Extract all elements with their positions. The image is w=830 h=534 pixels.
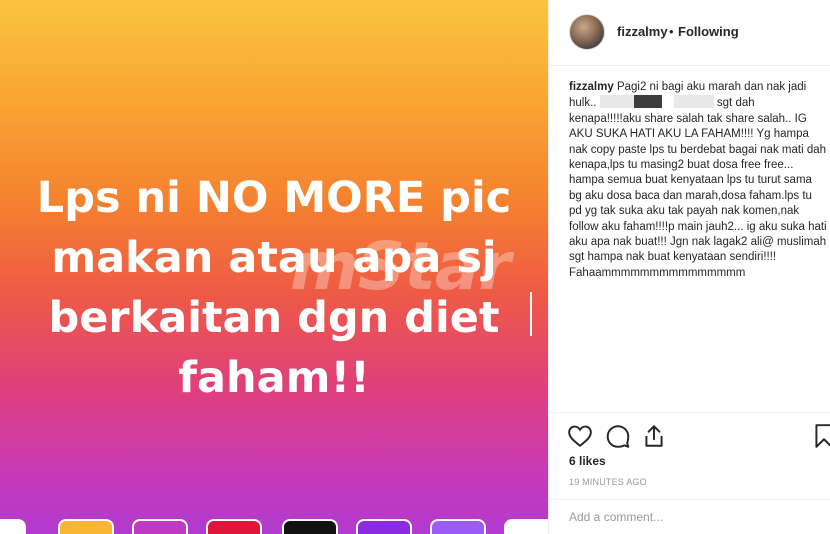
post-details-panel: fizzalmy • Following fizzalmy Pagi2 ni b… — [548, 0, 830, 534]
comment-input[interactable] — [569, 510, 819, 524]
post-timestamp[interactable]: 19 MINUTES AGO — [569, 477, 647, 487]
color-swatch[interactable] — [430, 519, 486, 534]
action-bar — [549, 412, 830, 452]
heart-icon[interactable] — [567, 423, 593, 449]
color-swatch[interactable] — [0, 519, 26, 534]
color-swatch[interactable] — [356, 519, 412, 534]
color-swatch[interactable] — [206, 519, 262, 534]
caption: fizzalmy Pagi2 ni bagi aku marah dan nak… — [569, 80, 827, 281]
avatar[interactable] — [569, 14, 605, 50]
following-button[interactable]: Following — [678, 24, 739, 39]
story-line-3: berkaitan dgn diet — [48, 293, 500, 343]
color-swatch[interactable] — [282, 519, 338, 534]
story-line-1: Lps ni NO MORE pic — [36, 173, 512, 223]
story-text: Lps ni NO MORE pic makan atau apa sj ber… — [0, 168, 548, 408]
text-cursor — [530, 292, 532, 336]
redacted-block — [633, 95, 662, 109]
color-swatch[interactable] — [504, 519, 548, 534]
header-separator: • — [669, 24, 674, 39]
header-username[interactable]: fizzalmy — [617, 24, 668, 39]
story-line-4: faham!! — [178, 353, 370, 403]
caption-username[interactable]: fizzalmy — [569, 81, 614, 93]
color-swatch-row — [0, 519, 548, 534]
comment-bar — [549, 499, 830, 534]
color-swatch[interactable] — [132, 519, 188, 534]
bookmark-icon[interactable] — [811, 423, 830, 449]
color-swatch[interactable] — [58, 519, 114, 534]
likes-count[interactable]: 6 likes — [569, 454, 606, 468]
caption-text-part2: sgt dah kenapa!!!!!aku share salah tak s… — [569, 97, 827, 279]
comment-icon[interactable] — [605, 423, 631, 449]
redacted-block — [599, 95, 634, 109]
post-header: fizzalmy • Following — [549, 0, 830, 66]
post-image[interactable]: mStar Lps ni NO MORE pic makan atau apa … — [0, 0, 548, 534]
story-line-2: makan atau apa sj — [51, 233, 497, 283]
share-icon[interactable] — [641, 423, 667, 449]
redacted-block — [673, 95, 714, 109]
